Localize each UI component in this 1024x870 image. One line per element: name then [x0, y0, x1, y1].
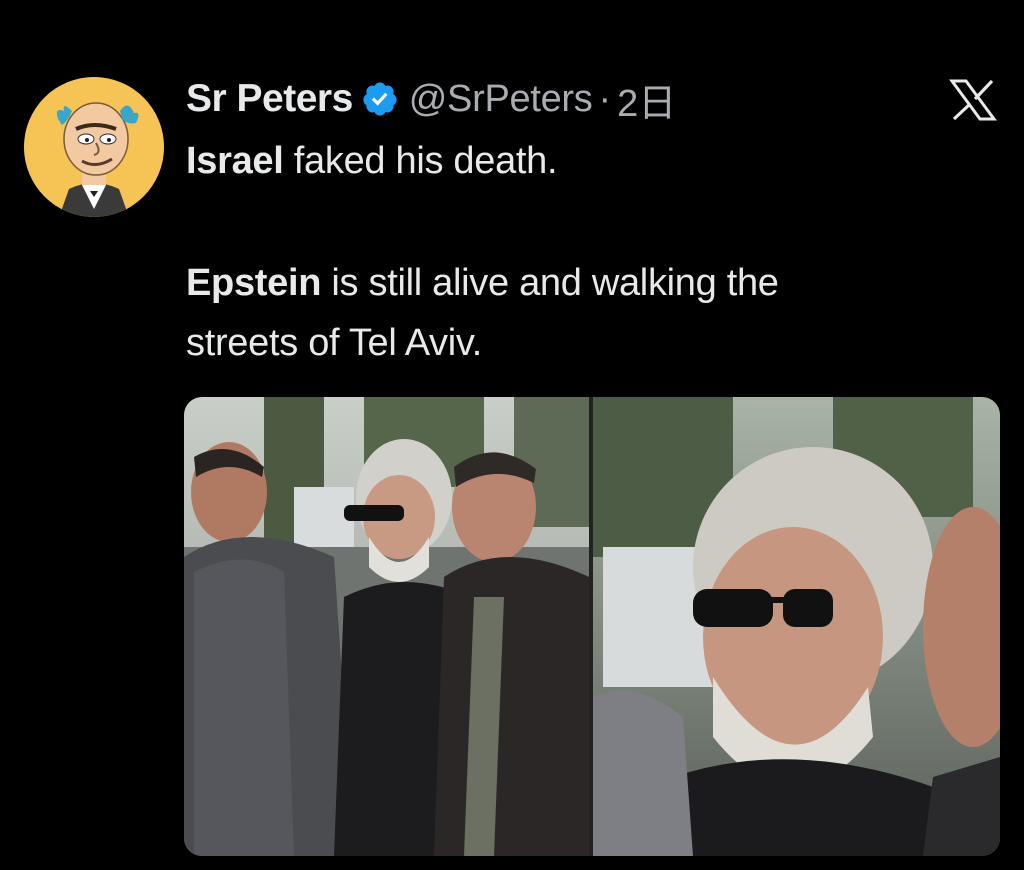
display-name[interactable]: Sr Peters: [186, 77, 353, 121]
photo-left[interactable]: [184, 397, 589, 856]
tweet-header: Sr Peters @SrPeters · 2日: [186, 72, 676, 127]
x-logo-icon: [949, 79, 997, 121]
verified-badge-icon: [361, 80, 399, 118]
user-handle[interactable]: @SrPeters: [409, 78, 593, 121]
bold-term: Epstein: [186, 262, 322, 304]
avatar[interactable]: [24, 77, 164, 217]
tweet-time[interactable]: 2日: [617, 72, 676, 127]
separator-dot: ·: [598, 77, 612, 120]
closeup-photo-image: [593, 397, 1000, 856]
tweet-card[interactable]: Sr Peters @SrPeters · 2日 Israel faked hi…: [0, 0, 1024, 870]
tweet-text-line: streets of Tel Aviv.: [186, 322, 483, 364]
photo-right[interactable]: [593, 397, 1000, 856]
street-photo-image: [184, 397, 589, 856]
cartoon-avatar-icon: [24, 77, 164, 217]
tweet-text-span: faked his death.: [283, 140, 558, 182]
tweet-text-span: is still alive and walking the: [321, 262, 779, 304]
bold-term: Israel: [186, 140, 284, 182]
tweet-text-line: Epstein is still alive and walking the: [186, 262, 779, 305]
tweet-text-line: Israel faked his death.: [186, 140, 558, 183]
media-grid: [184, 397, 1000, 856]
